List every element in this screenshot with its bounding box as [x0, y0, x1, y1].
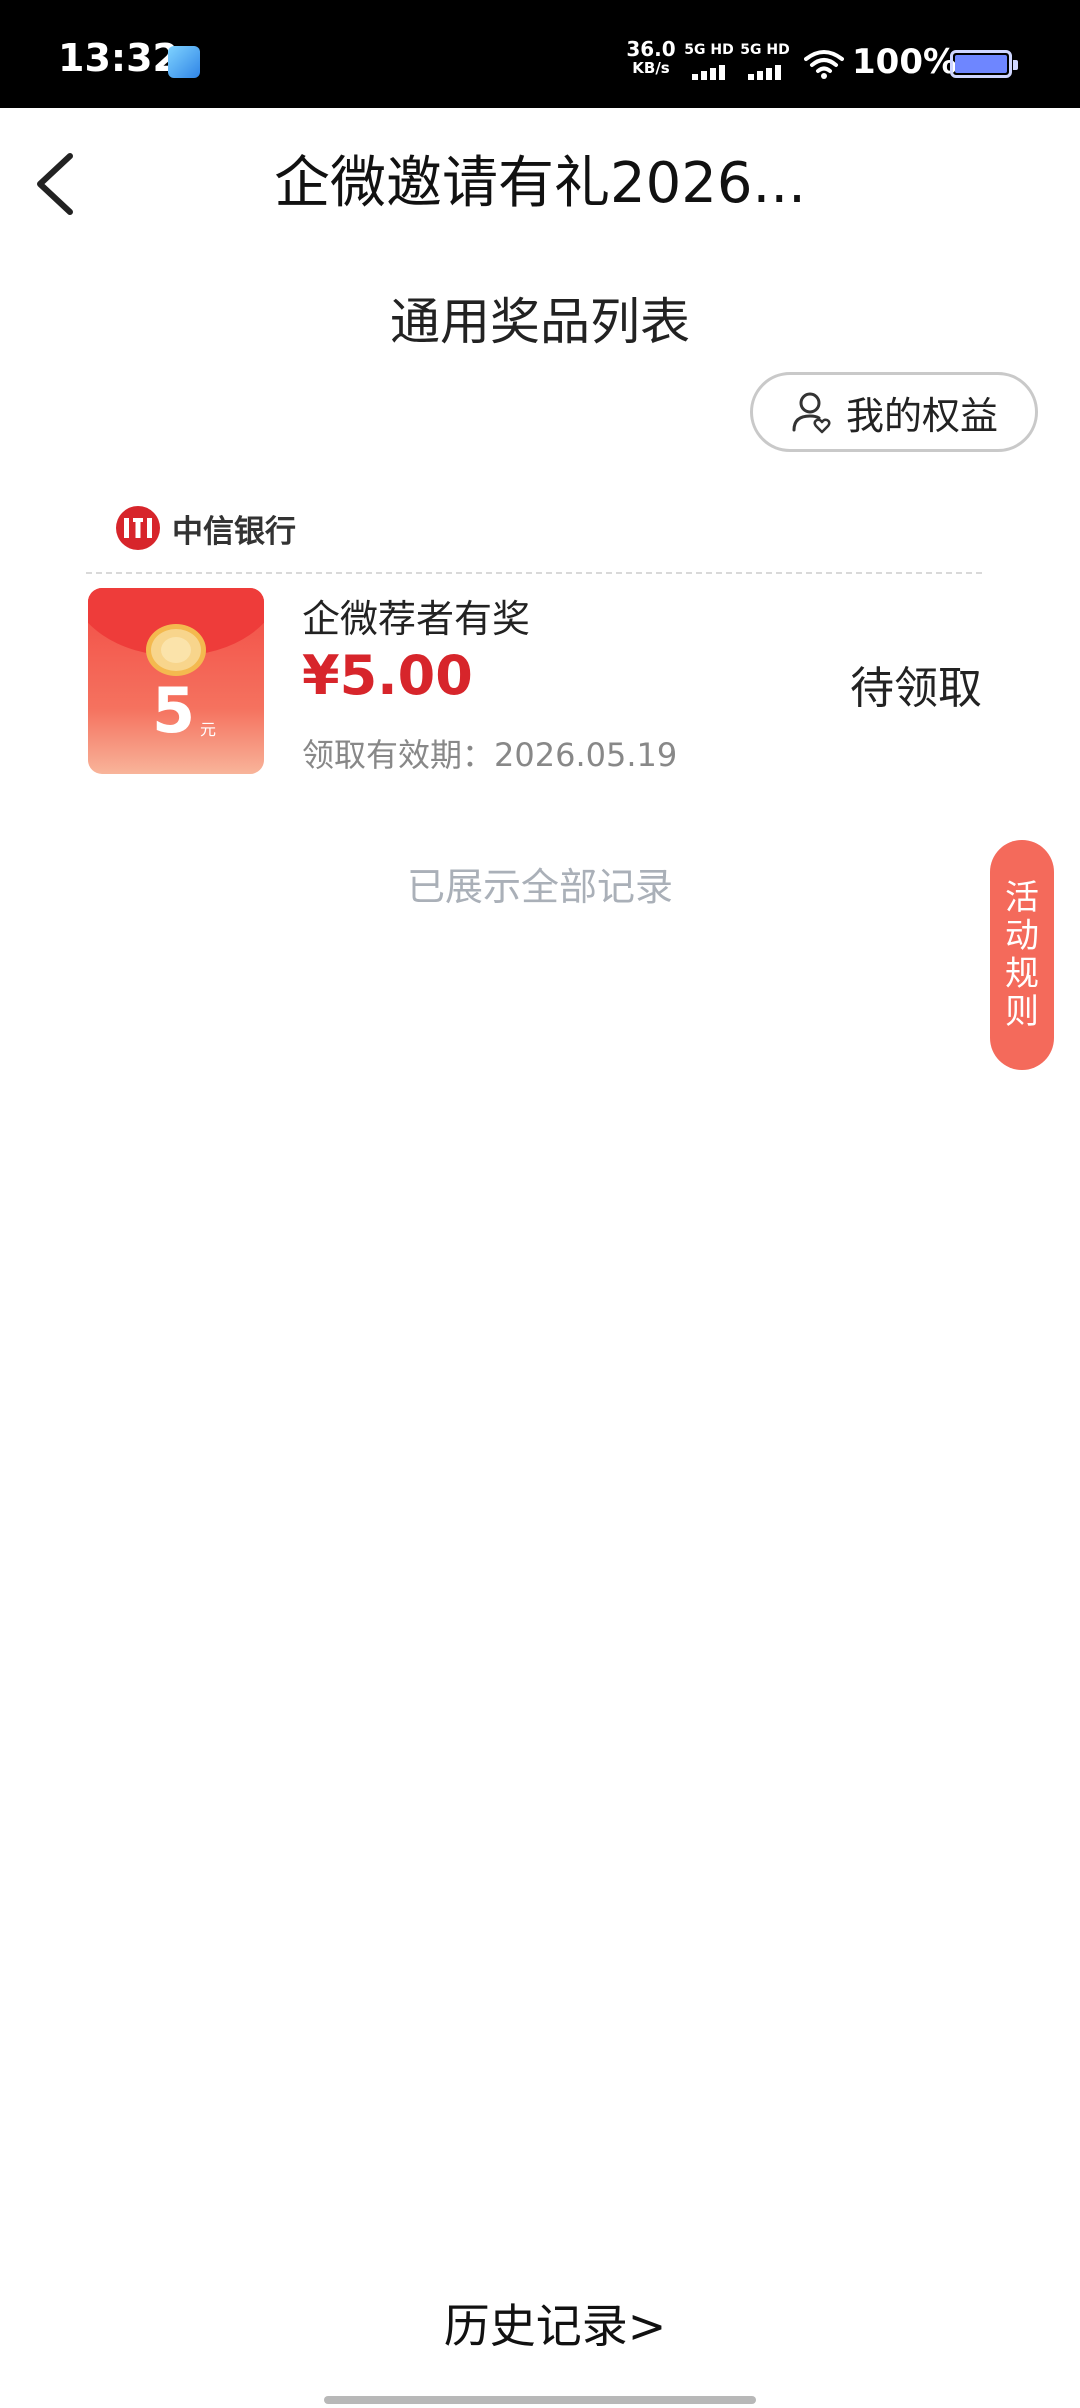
- sim1-label: 5G HD: [684, 42, 734, 58]
- page-title: 企微邀请有礼2026...: [274, 151, 806, 216]
- sim1-signal-icon: 5G HD: [684, 42, 734, 80]
- history-link[interactable]: 历史记录>: [0, 2290, 1080, 2356]
- envelope-unit: 元: [200, 720, 217, 739]
- my-benefits-button[interactable]: 我的权益: [750, 372, 1038, 452]
- prize-amount: ¥5.00: [302, 644, 473, 707]
- prize-name: 企微荐者有奖: [302, 597, 531, 641]
- network-speed: 36.0 KB/s: [626, 37, 676, 78]
- home-indicator[interactable]: [324, 2396, 756, 2404]
- wifi-icon: [804, 50, 844, 79]
- sim2-signal-icon: 5G HD: [740, 42, 790, 80]
- prize-item[interactable]: 5 元 企微荐者有奖 ¥5.00 领取有效期：2026.05.19 待领取: [88, 588, 982, 778]
- activity-rules-label: 活动规则: [1005, 878, 1039, 1032]
- back-button[interactable]: [26, 148, 86, 220]
- status-bar: 13:32 36.0 KB/s 5G HD 5G HD 100%: [0, 0, 1080, 108]
- prize-status[interactable]: 待领取: [850, 652, 982, 716]
- bank-header: 中信银行: [114, 504, 296, 552]
- envelope-value: 5: [152, 674, 196, 747]
- red-envelope-icon: 5 元: [88, 588, 264, 774]
- citic-bank-logo-icon: [116, 506, 160, 550]
- battery-percent: 100%: [852, 42, 958, 82]
- list-end-text: 已展示全部记录: [406, 865, 673, 909]
- network-speed-unit: KB/s: [632, 59, 670, 77]
- prize-validity: 领取有效期：2026.05.19: [302, 736, 678, 774]
- my-benefits-label: 我的权益: [845, 393, 998, 438]
- sim2-label: 5G HD: [740, 42, 790, 58]
- user-heart-icon: [792, 392, 831, 434]
- bank-name: 中信银行: [172, 513, 296, 550]
- section-subtitle: 通用奖品列表: [390, 293, 690, 351]
- divider: [86, 572, 982, 574]
- network-speed-value: 36.0: [626, 37, 676, 61]
- app-notification-icon: [168, 46, 200, 78]
- activity-rules-tab[interactable]: 活动规则: [990, 840, 1054, 1070]
- status-time: 13:32: [58, 36, 179, 80]
- battery-icon: [950, 50, 1018, 78]
